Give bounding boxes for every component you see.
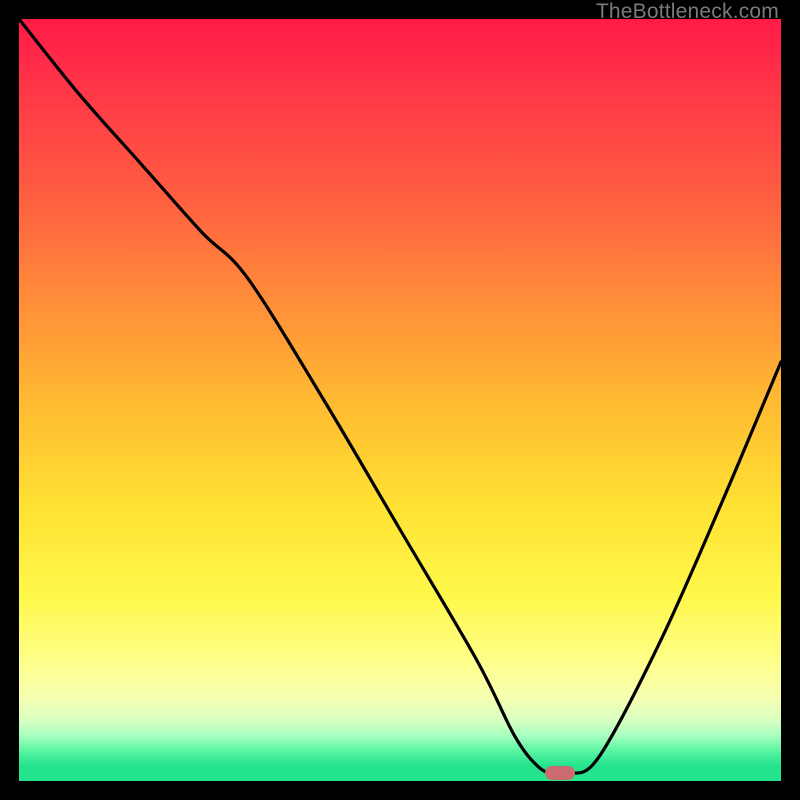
chart-plot-area xyxy=(19,19,781,781)
chart-outer-frame: TheBottleneck.com xyxy=(0,0,800,800)
bottleneck-curve xyxy=(19,19,781,781)
optimal-point-marker xyxy=(545,766,575,780)
watermark-text: TheBottleneck.com xyxy=(596,0,779,24)
